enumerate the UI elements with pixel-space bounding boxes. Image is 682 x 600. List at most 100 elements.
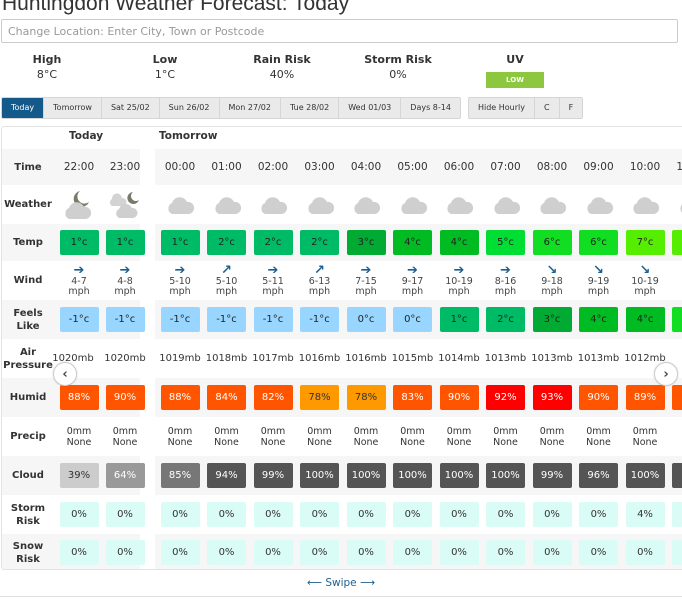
unit-fahrenheit-button[interactable]: F xyxy=(559,98,583,118)
cell-weather xyxy=(204,185,250,224)
cell-humid: 82% xyxy=(250,378,296,417)
arrow-east-icon: ➔ xyxy=(174,262,186,278)
cell-weather xyxy=(297,185,343,224)
wind-unit: mph xyxy=(494,285,517,297)
location-search-input[interactable] xyxy=(1,19,678,43)
cell-pressure: 1020mb xyxy=(102,339,148,378)
cell-storm: 0% xyxy=(483,495,529,534)
humid-badge: 82% xyxy=(253,385,293,410)
tab-tomorrow[interactable]: Tomorrow xyxy=(44,98,102,118)
temp-badge: 2°c xyxy=(300,230,339,255)
tab-tue-28-02[interactable]: Tue 28/02 xyxy=(280,98,340,118)
cell-wind: ➔ 4-8 mph xyxy=(102,261,148,300)
hour-time: 04:00 xyxy=(350,160,382,173)
summary-high: High 8°C xyxy=(2,53,92,83)
wind-unit: mph xyxy=(215,285,238,297)
cell-humid: 93% xyxy=(529,378,575,417)
pressure-value: 1015mb xyxy=(391,353,434,364)
cell-temp: 2°c xyxy=(204,224,250,261)
wind-unit: mph xyxy=(114,285,136,297)
hide-hourly-button[interactable]: Hide Hourly xyxy=(468,98,535,118)
cell-time: 06:00 xyxy=(436,149,482,185)
cell-pressure: 1016mb xyxy=(343,339,389,378)
tab-sat-25-02[interactable]: Sat 25/02 xyxy=(101,98,160,118)
cell-time: 07:00 xyxy=(483,149,529,185)
storm-badge: 0% xyxy=(300,502,339,527)
snow-badge: 0% xyxy=(625,540,665,565)
cell-wind: ➔ 4-7 mph xyxy=(56,261,102,300)
temp-badge: 2°c xyxy=(253,230,293,255)
cell-time: 10:00 xyxy=(622,149,668,185)
snow-badge: 0% xyxy=(579,540,618,565)
uv-label: UV xyxy=(506,53,524,66)
summary-storm-risk: Storm Risk 0% xyxy=(353,53,443,83)
precip-amount: 0mm xyxy=(632,425,658,437)
chevron-right-icon: › xyxy=(663,366,669,382)
snow-badge: 0% xyxy=(486,540,525,565)
cell-time: 09:00 xyxy=(576,149,622,185)
wind-speed: 10-19 xyxy=(631,275,659,287)
cell-feels: 2°c xyxy=(483,300,529,339)
cell-storm: 0% xyxy=(204,495,250,534)
pressure-value: 1013mb xyxy=(531,353,573,364)
cell-time: 03:00 xyxy=(297,149,343,185)
unit-celsius-button[interactable]: C xyxy=(534,98,560,118)
tab-wed-01-03[interactable]: Wed 01/03 xyxy=(339,98,402,118)
feels-badge: 4°c xyxy=(625,307,665,332)
tab-today[interactable]: Today xyxy=(2,98,45,118)
cell-feels: -1°c xyxy=(204,300,250,339)
precip-type: None xyxy=(214,436,239,448)
hourly-forecast-table[interactable]: Today Tomorrow Time 22:00 23:00 00:00 01:00 02:… xyxy=(1,126,682,570)
storm-risk-label: Storm Risk xyxy=(364,53,432,66)
feels-badge: 0°c xyxy=(393,307,432,332)
humid-badge: 90% xyxy=(105,385,145,410)
tab-mon-27-02[interactable]: Mon 27/02 xyxy=(219,98,281,118)
wind-unit: mph xyxy=(541,285,563,297)
precip-amount: 0mm xyxy=(167,425,193,437)
arrow-east-icon: ➔ xyxy=(119,262,131,278)
precip-type: None xyxy=(353,436,379,448)
row-precip: Precip 0mm None 0mm None 0mm None 0mm None 0mm Non… xyxy=(2,417,682,456)
cloud-badge: 100% xyxy=(300,463,339,488)
cell-time: 05:00 xyxy=(390,149,436,185)
day-header-tomorrow: Tomorrow xyxy=(159,130,218,142)
cloud-icon xyxy=(537,195,567,215)
cell-precip: 0mm None xyxy=(297,417,343,456)
tab-sun-26-02[interactable]: Sun 26/02 xyxy=(159,98,220,118)
cell-wind: ➔ 7-15 mph xyxy=(343,261,389,300)
cell-humid: 90% xyxy=(436,378,482,417)
cell-snow: 0% xyxy=(102,534,148,569)
storm-badge: 4% xyxy=(625,502,665,527)
precip-type: None xyxy=(632,436,658,448)
precip-type: None xyxy=(260,436,286,448)
temp-badge: 3°c xyxy=(346,230,386,255)
cell-storm: 0% xyxy=(436,495,482,534)
cell-snow xyxy=(669,534,682,569)
day-tabs: Today Tomorrow Sat 25/02 Sun 26/02 Mon 27/02… xyxy=(1,97,584,119)
cell-humid: 84% xyxy=(204,378,250,417)
wind-unit: mph xyxy=(262,285,284,297)
cloud-badge: 94% xyxy=(207,463,246,488)
scroll-left-button[interactable]: ‹ xyxy=(53,362,77,386)
cell-temp: 1°c xyxy=(56,224,102,261)
scroll-right-button[interactable]: › xyxy=(654,362,678,386)
tab-days-8-14[interactable]: Days 8-14 xyxy=(401,98,460,118)
cell-precip: 0mm None xyxy=(157,417,203,456)
cloud-badge: 64% xyxy=(105,463,145,488)
cell-time: 08:00 xyxy=(529,149,575,185)
cell-humid: 78% xyxy=(343,378,389,417)
wind-unit: mph xyxy=(448,285,470,297)
precip-amount: 0mm xyxy=(493,425,518,437)
cell-pressure: 1013mb xyxy=(529,339,575,378)
feels-badge: 2°c xyxy=(486,307,525,332)
cell-weather xyxy=(56,185,102,224)
cell-pressure: 1016mb xyxy=(297,339,343,378)
cell-weather xyxy=(390,185,436,224)
cell-temp: 3°c xyxy=(343,224,389,261)
cell-storm: 4% xyxy=(622,495,668,534)
temp-badge: 1°c xyxy=(59,230,99,255)
row-temp: Temp 1°c 1°c 1°c 2°c 2°c 2°c 3°c 4°c 4°c 5°c 6°c 6°c… xyxy=(2,224,682,261)
cell-weather xyxy=(576,185,622,224)
summary-low: Low 1°C xyxy=(120,53,210,83)
cell-precip: 0mm None xyxy=(576,417,622,456)
